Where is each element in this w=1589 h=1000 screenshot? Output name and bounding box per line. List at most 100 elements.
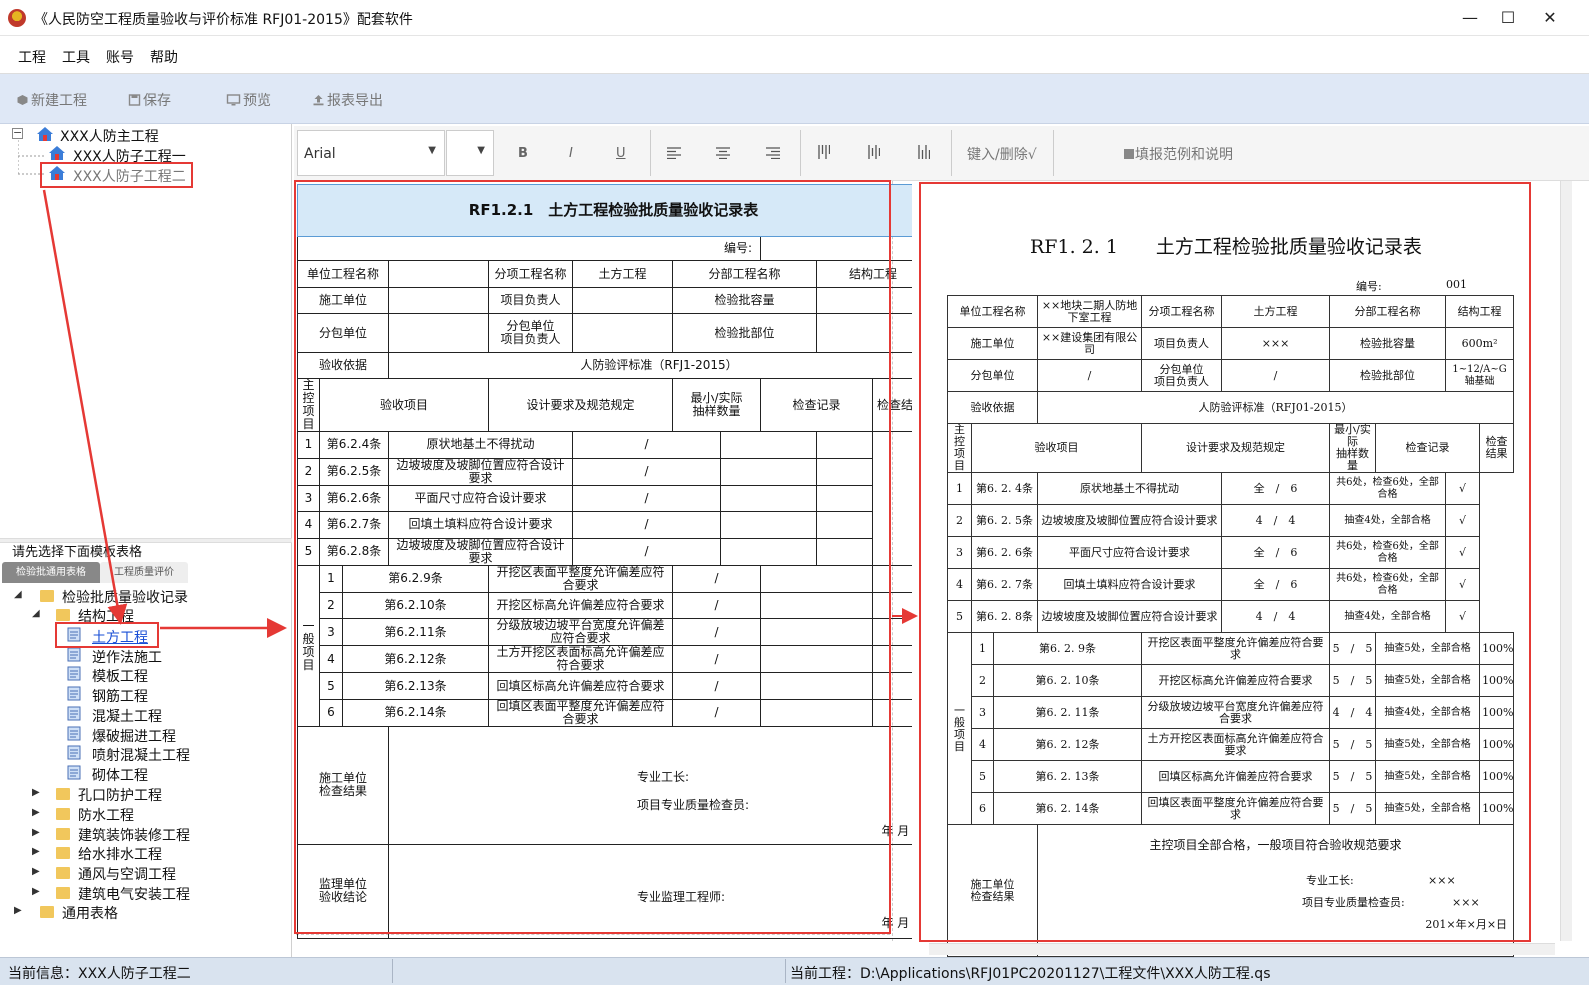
preview-label: 预览 [243,93,271,109]
tab-batch-general[interactable]: 检验批通用表格 [2,562,100,583]
menu-tools[interactable]: 工具 [62,47,90,67]
collapsed-arrow-icon[interactable]: ▶ [32,787,40,798]
italic-button[interactable]: I [569,146,573,161]
export-report-label: 报表导出 [327,93,383,109]
tree-general-forms[interactable]: 通用表格 [62,903,118,923]
collapsed-arrow-icon[interactable]: ▶ [32,846,40,857]
vertical-scrollbar[interactable] [1560,181,1572,941]
font-size-select[interactable]: ▼ [446,130,494,176]
template-page-icon [66,706,84,721]
folder-icon [56,867,70,880]
status-current-info: 当前信息：XXX人防子工程二 [8,966,191,982]
template-item[interactable]: 逆作法施工 [92,647,162,667]
template-page-icon [66,686,84,701]
underline-button[interactable]: U [616,146,626,161]
expand-arrow-icon[interactable]: ◢ [14,589,22,600]
tree-group-item[interactable]: 通风与空调工程 [78,864,176,884]
folder-icon [56,847,70,860]
separator [650,130,651,176]
chevron-down-icon: ▼ [428,145,436,156]
template-item[interactable]: 爆破掘进工程 [92,726,176,746]
monitor-icon [226,94,241,106]
template-item[interactable]: 模板工程 [92,666,148,686]
highlight-earthwork [55,622,159,648]
separator [785,959,786,983]
highlight-editor-form [294,180,891,934]
folder-icon [56,827,70,840]
tree-group-item[interactable]: 孔口防护工程 [78,785,162,805]
tab-quality-evaluation[interactable]: 工程质量评价 [100,562,188,583]
template-item[interactable]: 钢筋工程 [92,686,148,706]
book-icon [1124,149,1134,159]
align-center-icon[interactable] [716,147,730,159]
window-title: 《人民防空工程质量验收与评价标准 RFJ01-2015》配套软件 [34,12,413,28]
example-help-label: 填报范例和说明 [1135,147,1233,163]
template-hint: 请先选择下面模板表格 [12,545,143,560]
menu-bar [0,36,1589,74]
separator [392,959,393,983]
highlight-preview-form [919,182,1531,942]
valign-bottom-icon[interactable] [918,145,930,159]
close-icon[interactable]: ✕ [1530,4,1570,32]
template-page-icon [66,647,84,662]
font-select[interactable]: Arial ▼ [297,130,445,176]
tree-root-project[interactable]: XXX人防主工程 [60,126,159,146]
export-report-button[interactable]: 报表导出 [312,90,383,110]
highlight-sub-project-2 [40,162,193,188]
save-label: 保存 [143,93,171,109]
new-project-button[interactable]: 新建工程 [16,90,87,110]
preview-button[interactable]: 预览 [226,90,271,110]
app-logo-icon [8,9,26,27]
collapsed-arrow-icon[interactable]: ▶ [32,886,40,897]
house-icon [37,127,53,141]
minimize-icon[interactable]: — [1450,4,1490,32]
tree-group-item[interactable]: 建筑装饰装修工程 [78,825,190,845]
folder-icon [40,906,54,918]
template-item[interactable]: 混凝土工程 [92,706,162,726]
valign-top-icon[interactable] [818,145,830,159]
font-select-value: Arial [304,146,336,162]
separator [1053,130,1054,176]
maximize-icon[interactable]: ☐ [1488,4,1528,32]
align-right-icon[interactable] [766,147,780,159]
insert-delete-button[interactable]: 键入/删除√ [967,144,1037,164]
collapsed-arrow-icon[interactable]: ▶ [32,807,40,818]
collapsed-arrow-icon[interactable]: ▶ [32,827,40,838]
collapse-icon[interactable]: − [12,127,23,139]
house-icon [49,146,65,160]
align-left-icon[interactable] [667,147,681,159]
cube-icon [17,95,28,105]
upload-icon [313,95,324,106]
bold-button[interactable]: B [518,146,528,161]
template-page-icon [66,745,84,760]
menu-project[interactable]: 工程 [18,47,46,67]
menu-help[interactable]: 帮助 [150,47,178,67]
save-button[interactable]: 保存 [128,90,171,110]
tree-group-item[interactable]: 给水排水工程 [78,844,162,864]
collapsed-arrow-icon[interactable]: ▶ [14,905,22,916]
expand-arrow-icon[interactable]: ◢ [32,608,40,619]
example-help-button[interactable]: 填报范例和说明 [1123,144,1233,164]
template-item[interactable]: 喷射混凝土工程 [92,745,190,765]
status-current-project: 当前工程：D:\Applications\RFJ01PC20201127\工程文… [790,966,1271,982]
folder-icon [56,887,70,899]
tree-group-item[interactable]: 防水工程 [78,805,134,825]
folder-icon [56,788,70,800]
template-item[interactable]: 砌体工程 [92,765,148,785]
folder-icon [56,609,70,621]
folder-icon [40,590,54,602]
menu-account[interactable]: 账号 [106,47,134,67]
save-icon [128,94,141,106]
folder-icon [56,807,70,820]
valign-middle-icon[interactable] [868,145,880,159]
tree-batch-group[interactable]: 检验批质量验收记录 [62,587,188,607]
new-project-label: 新建工程 [31,93,87,109]
separator [800,130,801,176]
template-page-icon [66,726,84,741]
chevron-down-icon: ▼ [477,145,485,156]
tree-group-item[interactable]: 建筑电气安装工程 [78,884,190,904]
horizontal-scrollbar[interactable] [929,943,1555,955]
template-page-icon [66,666,84,681]
template-page-icon [66,765,84,780]
collapsed-arrow-icon[interactable]: ▶ [32,866,40,877]
